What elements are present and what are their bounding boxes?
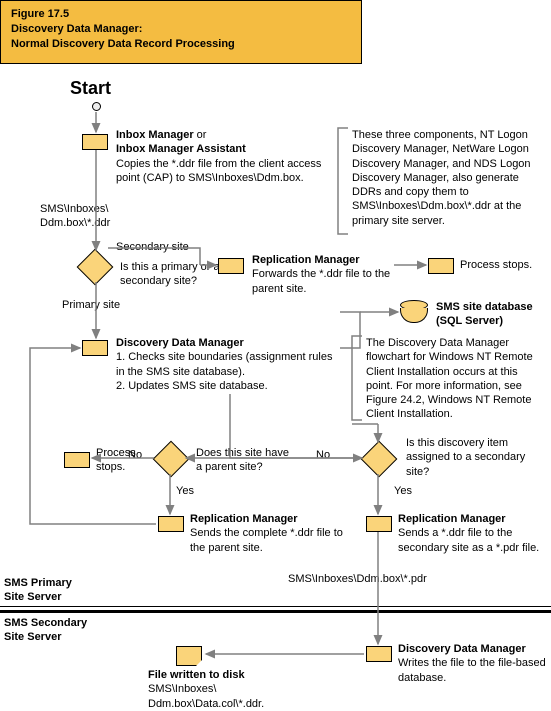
title-line2: Discovery Data Manager:: [11, 22, 351, 37]
ddm-2-text: Discovery Data Manager Writes the file t…: [398, 642, 548, 685]
side-note-1: These three components, NT Logon Discove…: [352, 128, 540, 228]
replication-mgr-2-text: Replication Manager Sends the complete *…: [190, 512, 350, 555]
title-line1: Figure 17.5: [11, 7, 351, 22]
process-stops-1: Process stops.: [460, 258, 550, 272]
file-written-icon: [176, 646, 202, 666]
path-label-2: SMS\Inboxes\Ddm.box\*.pdr: [288, 572, 427, 586]
title-line3: Normal Discovery Data Record Processing: [11, 37, 351, 52]
process-stops-1-icon: [428, 258, 454, 274]
start-dot-icon: [92, 102, 101, 111]
flowchart-canvas: Figure 17.5 Discovery Data Manager: Norm…: [0, 0, 551, 710]
decision-secondary-icon: [361, 441, 398, 478]
path-label-1: SMS\Inboxes\ Ddm.box\*.ddr: [40, 202, 150, 231]
file-written-text: File written to disk SMS\Inboxes\ Ddm.bo…: [148, 668, 318, 711]
branch-primary: Primary site: [62, 298, 120, 312]
ddm-2-icon: [366, 646, 392, 662]
replication-mgr-1-text: Replication Manager Forwards the *.ddr f…: [252, 253, 392, 296]
secondary-server-label: SMS Secondary Site Server: [4, 616, 104, 645]
ddm-icon: [82, 340, 108, 356]
replication-mgr-3-text: Replication Manager Sends a *.ddr file t…: [398, 512, 546, 555]
replication-mgr-3-icon: [366, 516, 392, 532]
decision3-yes: Yes: [176, 484, 194, 498]
replication-mgr-1-icon: [218, 258, 244, 274]
replication-mgr-2-icon: [158, 516, 184, 532]
side-note-2: The Discovery Data Manager flowchart for…: [366, 336, 544, 422]
inbox-heading2: Inbox Manager Assistant: [116, 143, 246, 155]
decision-site-type-icon: [77, 249, 114, 286]
inbox-manager-text: Inbox Manager or Inbox Manager Assistant…: [116, 128, 326, 185]
inbox-manager-icon: [82, 134, 108, 150]
ddm-text: Discovery Data Manager 1. Checks site bo…: [116, 336, 336, 393]
inbox-desc: Copies the *.ddr file from the client ac…: [116, 158, 321, 184]
decision-parent-question: Does this site have a parent site?: [196, 446, 296, 475]
process-stops-2: Process stops.: [96, 446, 152, 475]
process-stops-2-icon: [64, 452, 90, 468]
decision-secondary-question: Is this discovery item assigned to a sec…: [406, 436, 536, 479]
decision2-yes: Yes: [394, 484, 412, 498]
sms-database-label: SMS site database (SQL Server): [436, 300, 546, 329]
inbox-heading: Inbox Manager: [116, 129, 194, 141]
start-label: Start: [70, 78, 111, 99]
branch-secondary: Secondary site: [116, 240, 189, 254]
figure-title-box: Figure 17.5 Discovery Data Manager: Norm…: [0, 0, 362, 64]
decision-parent-icon: [153, 441, 190, 478]
primary-server-label: SMS Primary Site Server: [4, 576, 94, 605]
decision2-no: No: [316, 448, 330, 462]
sms-database-icon: [400, 300, 428, 323]
